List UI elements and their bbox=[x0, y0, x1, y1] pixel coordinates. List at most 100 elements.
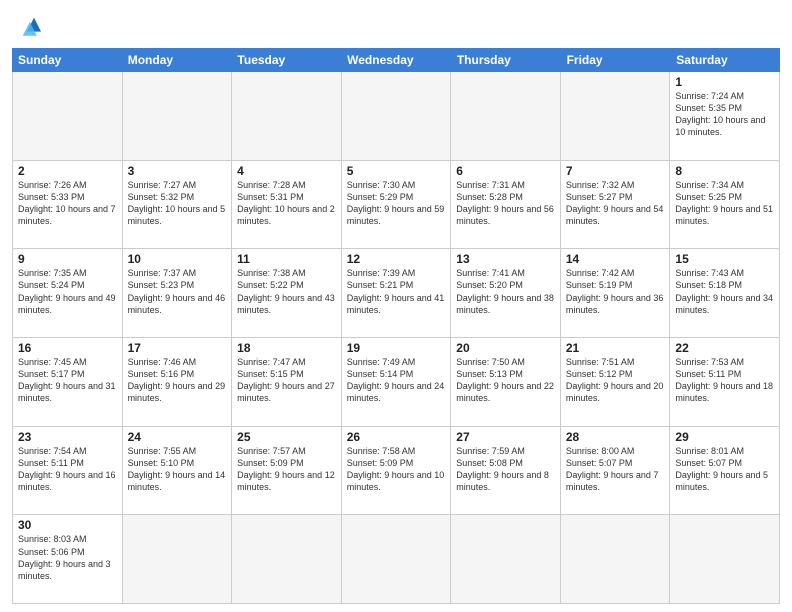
day-info: Sunrise: 7:41 AM Sunset: 5:20 PM Dayligh… bbox=[456, 267, 555, 316]
day-info: Sunrise: 7:34 AM Sunset: 5:25 PM Dayligh… bbox=[675, 179, 774, 228]
day-cell bbox=[451, 72, 561, 160]
logo bbox=[20, 12, 52, 40]
day-header-monday: Monday bbox=[122, 48, 232, 72]
calendar: SundayMondayTuesdayWednesdayThursdayFrid… bbox=[12, 48, 780, 604]
day-info: Sunrise: 8:00 AM Sunset: 5:07 PM Dayligh… bbox=[566, 445, 665, 494]
day-info: Sunrise: 8:01 AM Sunset: 5:07 PM Dayligh… bbox=[675, 445, 774, 494]
day-cell: 10Sunrise: 7:37 AM Sunset: 5:23 PM Dayli… bbox=[123, 249, 233, 337]
day-cell bbox=[670, 515, 780, 603]
day-number: 4 bbox=[237, 164, 336, 178]
day-info: Sunrise: 7:24 AM Sunset: 5:35 PM Dayligh… bbox=[675, 90, 774, 139]
day-cell: 13Sunrise: 7:41 AM Sunset: 5:20 PM Dayli… bbox=[451, 249, 561, 337]
day-info: Sunrise: 7:27 AM Sunset: 5:32 PM Dayligh… bbox=[128, 179, 227, 228]
day-info: Sunrise: 7:37 AM Sunset: 5:23 PM Dayligh… bbox=[128, 267, 227, 316]
day-info: Sunrise: 7:55 AM Sunset: 5:10 PM Dayligh… bbox=[128, 445, 227, 494]
day-number: 12 bbox=[347, 252, 446, 266]
day-headers: SundayMondayTuesdayWednesdayThursdayFrid… bbox=[12, 48, 780, 72]
day-cell bbox=[232, 515, 342, 603]
day-number: 25 bbox=[237, 430, 336, 444]
day-info: Sunrise: 7:42 AM Sunset: 5:19 PM Dayligh… bbox=[566, 267, 665, 316]
day-info: Sunrise: 7:35 AM Sunset: 5:24 PM Dayligh… bbox=[18, 267, 117, 316]
day-number: 30 bbox=[18, 518, 117, 532]
day-number: 16 bbox=[18, 341, 117, 355]
day-cell: 23Sunrise: 7:54 AM Sunset: 5:11 PM Dayli… bbox=[13, 427, 123, 515]
day-info: Sunrise: 7:51 AM Sunset: 5:12 PM Dayligh… bbox=[566, 356, 665, 405]
day-number: 11 bbox=[237, 252, 336, 266]
day-number: 1 bbox=[675, 75, 774, 89]
day-info: Sunrise: 7:57 AM Sunset: 5:09 PM Dayligh… bbox=[237, 445, 336, 494]
day-cell: 4Sunrise: 7:28 AM Sunset: 5:31 PM Daylig… bbox=[232, 161, 342, 249]
day-cell bbox=[13, 72, 123, 160]
day-number: 27 bbox=[456, 430, 555, 444]
day-cell bbox=[232, 72, 342, 160]
day-info: Sunrise: 8:03 AM Sunset: 5:06 PM Dayligh… bbox=[18, 533, 117, 582]
day-info: Sunrise: 7:38 AM Sunset: 5:22 PM Dayligh… bbox=[237, 267, 336, 316]
day-header-sunday: Sunday bbox=[12, 48, 122, 72]
day-cell bbox=[123, 515, 233, 603]
day-info: Sunrise: 7:47 AM Sunset: 5:15 PM Dayligh… bbox=[237, 356, 336, 405]
day-number: 6 bbox=[456, 164, 555, 178]
day-number: 10 bbox=[128, 252, 227, 266]
week-row-3: 16Sunrise: 7:45 AM Sunset: 5:17 PM Dayli… bbox=[13, 338, 780, 427]
logo-icon bbox=[20, 12, 48, 40]
day-cell: 3Sunrise: 7:27 AM Sunset: 5:32 PM Daylig… bbox=[123, 161, 233, 249]
day-cell: 29Sunrise: 8:01 AM Sunset: 5:07 PM Dayli… bbox=[670, 427, 780, 515]
day-info: Sunrise: 7:28 AM Sunset: 5:31 PM Dayligh… bbox=[237, 179, 336, 228]
day-number: 26 bbox=[347, 430, 446, 444]
day-info: Sunrise: 7:26 AM Sunset: 5:33 PM Dayligh… bbox=[18, 179, 117, 228]
day-info: Sunrise: 7:45 AM Sunset: 5:17 PM Dayligh… bbox=[18, 356, 117, 405]
day-cell: 1Sunrise: 7:24 AM Sunset: 5:35 PM Daylig… bbox=[670, 72, 780, 160]
day-info: Sunrise: 7:54 AM Sunset: 5:11 PM Dayligh… bbox=[18, 445, 117, 494]
day-cell: 30Sunrise: 8:03 AM Sunset: 5:06 PM Dayli… bbox=[13, 515, 123, 603]
day-info: Sunrise: 7:39 AM Sunset: 5:21 PM Dayligh… bbox=[347, 267, 446, 316]
day-number: 21 bbox=[566, 341, 665, 355]
day-number: 20 bbox=[456, 341, 555, 355]
day-cell: 28Sunrise: 8:00 AM Sunset: 5:07 PM Dayli… bbox=[561, 427, 671, 515]
day-cell bbox=[451, 515, 561, 603]
day-info: Sunrise: 7:53 AM Sunset: 5:11 PM Dayligh… bbox=[675, 356, 774, 405]
day-number: 13 bbox=[456, 252, 555, 266]
week-row-5: 30Sunrise: 8:03 AM Sunset: 5:06 PM Dayli… bbox=[13, 515, 780, 604]
day-cell: 16Sunrise: 7:45 AM Sunset: 5:17 PM Dayli… bbox=[13, 338, 123, 426]
weeks: 1Sunrise: 7:24 AM Sunset: 5:35 PM Daylig… bbox=[12, 72, 780, 604]
day-cell: 17Sunrise: 7:46 AM Sunset: 5:16 PM Dayli… bbox=[123, 338, 233, 426]
day-number: 17 bbox=[128, 341, 227, 355]
day-cell: 8Sunrise: 7:34 AM Sunset: 5:25 PM Daylig… bbox=[670, 161, 780, 249]
day-info: Sunrise: 7:46 AM Sunset: 5:16 PM Dayligh… bbox=[128, 356, 227, 405]
day-cell: 21Sunrise: 7:51 AM Sunset: 5:12 PM Dayli… bbox=[561, 338, 671, 426]
day-number: 8 bbox=[675, 164, 774, 178]
day-number: 28 bbox=[566, 430, 665, 444]
day-cell: 9Sunrise: 7:35 AM Sunset: 5:24 PM Daylig… bbox=[13, 249, 123, 337]
day-cell: 5Sunrise: 7:30 AM Sunset: 5:29 PM Daylig… bbox=[342, 161, 452, 249]
day-number: 18 bbox=[237, 341, 336, 355]
day-info: Sunrise: 7:50 AM Sunset: 5:13 PM Dayligh… bbox=[456, 356, 555, 405]
day-number: 7 bbox=[566, 164, 665, 178]
day-info: Sunrise: 7:31 AM Sunset: 5:28 PM Dayligh… bbox=[456, 179, 555, 228]
header bbox=[0, 0, 792, 48]
day-info: Sunrise: 7:58 AM Sunset: 5:09 PM Dayligh… bbox=[347, 445, 446, 494]
day-cell: 11Sunrise: 7:38 AM Sunset: 5:22 PM Dayli… bbox=[232, 249, 342, 337]
week-row-1: 2Sunrise: 7:26 AM Sunset: 5:33 PM Daylig… bbox=[13, 161, 780, 250]
day-info: Sunrise: 7:30 AM Sunset: 5:29 PM Dayligh… bbox=[347, 179, 446, 228]
day-header-wednesday: Wednesday bbox=[341, 48, 451, 72]
day-number: 15 bbox=[675, 252, 774, 266]
day-cell bbox=[342, 515, 452, 603]
day-info: Sunrise: 7:49 AM Sunset: 5:14 PM Dayligh… bbox=[347, 356, 446, 405]
day-info: Sunrise: 7:43 AM Sunset: 5:18 PM Dayligh… bbox=[675, 267, 774, 316]
day-number: 14 bbox=[566, 252, 665, 266]
day-info: Sunrise: 7:32 AM Sunset: 5:27 PM Dayligh… bbox=[566, 179, 665, 228]
day-number: 29 bbox=[675, 430, 774, 444]
day-cell: 6Sunrise: 7:31 AM Sunset: 5:28 PM Daylig… bbox=[451, 161, 561, 249]
day-header-friday: Friday bbox=[561, 48, 671, 72]
day-number: 9 bbox=[18, 252, 117, 266]
day-cell: 19Sunrise: 7:49 AM Sunset: 5:14 PM Dayli… bbox=[342, 338, 452, 426]
day-cell: 12Sunrise: 7:39 AM Sunset: 5:21 PM Dayli… bbox=[342, 249, 452, 337]
day-number: 2 bbox=[18, 164, 117, 178]
day-cell: 26Sunrise: 7:58 AM Sunset: 5:09 PM Dayli… bbox=[342, 427, 452, 515]
day-number: 5 bbox=[347, 164, 446, 178]
day-cell: 14Sunrise: 7:42 AM Sunset: 5:19 PM Dayli… bbox=[561, 249, 671, 337]
day-cell bbox=[123, 72, 233, 160]
day-number: 24 bbox=[128, 430, 227, 444]
week-row-2: 9Sunrise: 7:35 AM Sunset: 5:24 PM Daylig… bbox=[13, 249, 780, 338]
day-number: 3 bbox=[128, 164, 227, 178]
